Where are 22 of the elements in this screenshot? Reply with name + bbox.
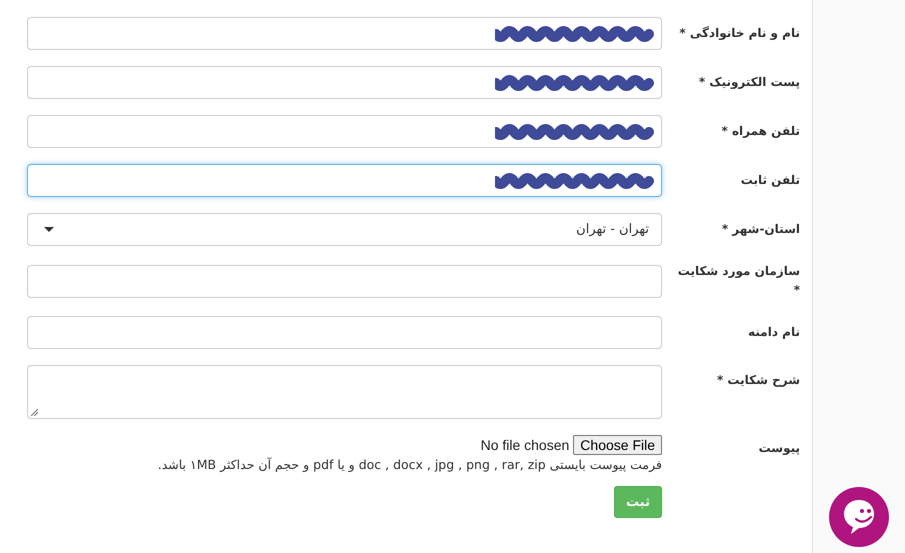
smiling-speech-bubble-icon bbox=[842, 498, 876, 536]
resize-grip-icon bbox=[30, 408, 38, 416]
field-label: استان-شهر * bbox=[720, 221, 800, 238]
input-field[interactable] bbox=[27, 264, 662, 298]
caret-icon bbox=[44, 227, 54, 232]
choose-file-button[interactable]: Choose File bbox=[573, 435, 662, 455]
field-label: تلفن ثابت bbox=[740, 172, 800, 189]
input-field[interactable] bbox=[27, 316, 662, 349]
field-label: نام دامنه bbox=[747, 324, 800, 341]
field-label: سازمان مورد شکایت * bbox=[676, 263, 800, 299]
field-label: تلفن همراه * bbox=[720, 123, 800, 140]
city-dropdown[interactable]: تهران - تهران bbox=[27, 213, 662, 246]
field-label: پیوست bbox=[758, 440, 800, 457]
input-field[interactable] bbox=[27, 66, 662, 99]
help-text: فرمت پیوست بایستی doc , docx , jpg , png , rar, zip و یا pdf و حجم آن حداکثر ۱MB باشد. bbox=[156, 457, 662, 472]
field-label: شرح شکایت * bbox=[716, 372, 800, 389]
field-label: پست الکترونیک * bbox=[698, 74, 800, 91]
file-status: No file chosen bbox=[480, 437, 570, 453]
field-label: نام و نام خانوادگی * bbox=[678, 25, 800, 42]
input-field[interactable] bbox=[27, 164, 662, 197]
input-field[interactable] bbox=[27, 17, 662, 50]
input-field[interactable] bbox=[27, 115, 662, 148]
